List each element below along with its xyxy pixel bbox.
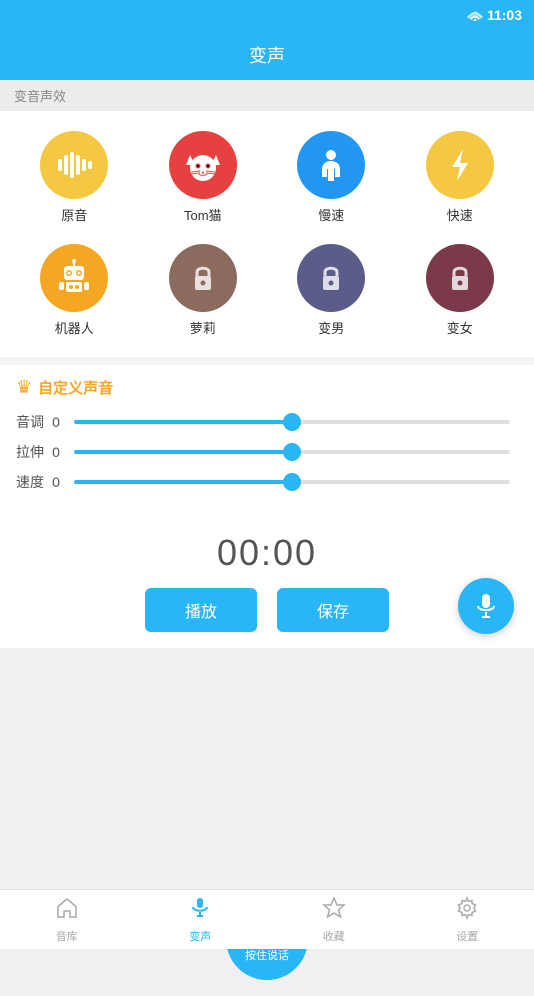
waveform-icon: [54, 145, 94, 185]
nav-icon-library: [55, 896, 79, 926]
effect-tom[interactable]: Tom猫: [139, 121, 268, 234]
status-icons: [467, 9, 483, 21]
gear-icon: [455, 896, 479, 920]
effect-label-slow: 慢速: [318, 205, 344, 224]
save-button[interactable]: 保存: [277, 588, 389, 632]
slider-stretch-track[interactable]: [74, 450, 510, 454]
effects-section-label: 变音声效: [0, 80, 534, 111]
effect-icon-fast: [426, 131, 494, 199]
slider-speed-label: 速度: [16, 472, 46, 492]
effect-label-female: 变女: [447, 318, 473, 337]
press-talk-label: 按住说话: [245, 947, 289, 963]
nav-label-voice: 变声: [189, 928, 211, 944]
nav-label-favorites: 收藏: [323, 928, 345, 944]
custom-title-text: 自定义声音: [38, 377, 113, 398]
mic-floating-button[interactable]: [458, 578, 514, 634]
effect-icon-tom: [169, 131, 237, 199]
slider-pitch-track[interactable]: [74, 420, 510, 424]
effect-original[interactable]: 原音: [10, 121, 139, 234]
slider-speed-value: 0: [46, 474, 66, 490]
lock-icon-molly: [183, 258, 223, 298]
slider-stretch-label: 拉伸: [16, 442, 46, 462]
status-bar: 11:03: [0, 0, 534, 30]
action-buttons: 播放 保存: [145, 588, 389, 632]
header-title: 变声: [249, 42, 285, 68]
effects-grid: 原音: [0, 111, 534, 357]
effect-fast[interactable]: 快速: [396, 121, 525, 234]
nav-item-favorites[interactable]: 收藏: [267, 896, 401, 944]
slider-pitch-thumb[interactable]: [283, 413, 301, 431]
lock-icon-female: [440, 258, 480, 298]
nav-label-settings: 设置: [456, 928, 478, 944]
play-button[interactable]: 播放: [145, 588, 257, 632]
timer-section: 00:00 播放 保存: [0, 518, 534, 648]
effect-icon-molly: [169, 244, 237, 312]
custom-title: ♛ 自定义声音: [16, 377, 518, 398]
empty-area: [0, 648, 534, 878]
timer-display: 00:00: [217, 532, 317, 574]
effect-icon-original: [40, 131, 108, 199]
effect-icon-male: [297, 244, 365, 312]
nav-label-library: 音库: [56, 928, 78, 944]
nav-icon-settings: [455, 896, 479, 926]
effect-label-molly: 萝莉: [190, 318, 216, 337]
nav-item-settings[interactable]: 设置: [401, 896, 534, 944]
effect-label-tom: Tom猫: [184, 205, 222, 224]
effect-label-fast: 快速: [447, 205, 473, 224]
effect-icon-female: [426, 244, 494, 312]
slider-stretch-fill: [74, 450, 292, 454]
effect-slow[interactable]: 慢速: [267, 121, 396, 234]
slider-pitch-row: 音调 0: [16, 412, 518, 432]
custom-section: ♛ 自定义声音 音调 0 拉伸 0 速度 0: [0, 365, 534, 518]
slider-pitch-fill: [74, 420, 292, 424]
slider-speed-fill: [74, 480, 292, 484]
slider-speed-thumb[interactable]: [283, 473, 301, 491]
slider-pitch-label: 音调: [16, 412, 46, 432]
bottom-nav: 音库 变声 收藏 设置: [0, 889, 534, 949]
crown-icon: ♛: [16, 377, 32, 398]
lock-icon-male: [311, 258, 351, 298]
nav-icon-voice: [188, 896, 212, 926]
slider-stretch-value: 0: [46, 444, 66, 460]
slider-pitch-value: 0: [46, 414, 66, 430]
star-icon: [322, 896, 346, 920]
nav-item-library[interactable]: 音库: [0, 896, 134, 944]
slider-speed-track[interactable]: [74, 480, 510, 484]
effect-male[interactable]: 变男: [267, 234, 396, 347]
effect-label-robot: 机器人: [55, 318, 94, 337]
effect-icon-robot: [40, 244, 108, 312]
mic-float-icon: [472, 592, 500, 620]
slider-speed-row: 速度 0: [16, 472, 518, 492]
app-header: 变声: [0, 30, 534, 80]
slider-stretch-row: 拉伸 0: [16, 442, 518, 462]
bolt-icon: [440, 145, 480, 185]
effect-label-male: 变男: [318, 318, 344, 337]
nav-icon-favorites: [322, 896, 346, 926]
mic-nav-icon: [188, 896, 212, 920]
person-icon: [311, 145, 351, 185]
effect-label-original: 原音: [61, 205, 87, 224]
cat-icon: [183, 145, 223, 185]
effect-molly[interactable]: 萝莉: [139, 234, 268, 347]
effect-icon-slow: [297, 131, 365, 199]
house-icon: [55, 896, 79, 920]
effect-robot[interactable]: 机器人: [10, 234, 139, 347]
robot-icon: [54, 258, 94, 298]
status-time: 11:03: [487, 7, 522, 23]
nav-item-voice[interactable]: 变声: [134, 896, 268, 944]
slider-stretch-thumb[interactable]: [283, 443, 301, 461]
effect-female[interactable]: 变女: [396, 234, 525, 347]
wifi-icon: [467, 9, 483, 21]
